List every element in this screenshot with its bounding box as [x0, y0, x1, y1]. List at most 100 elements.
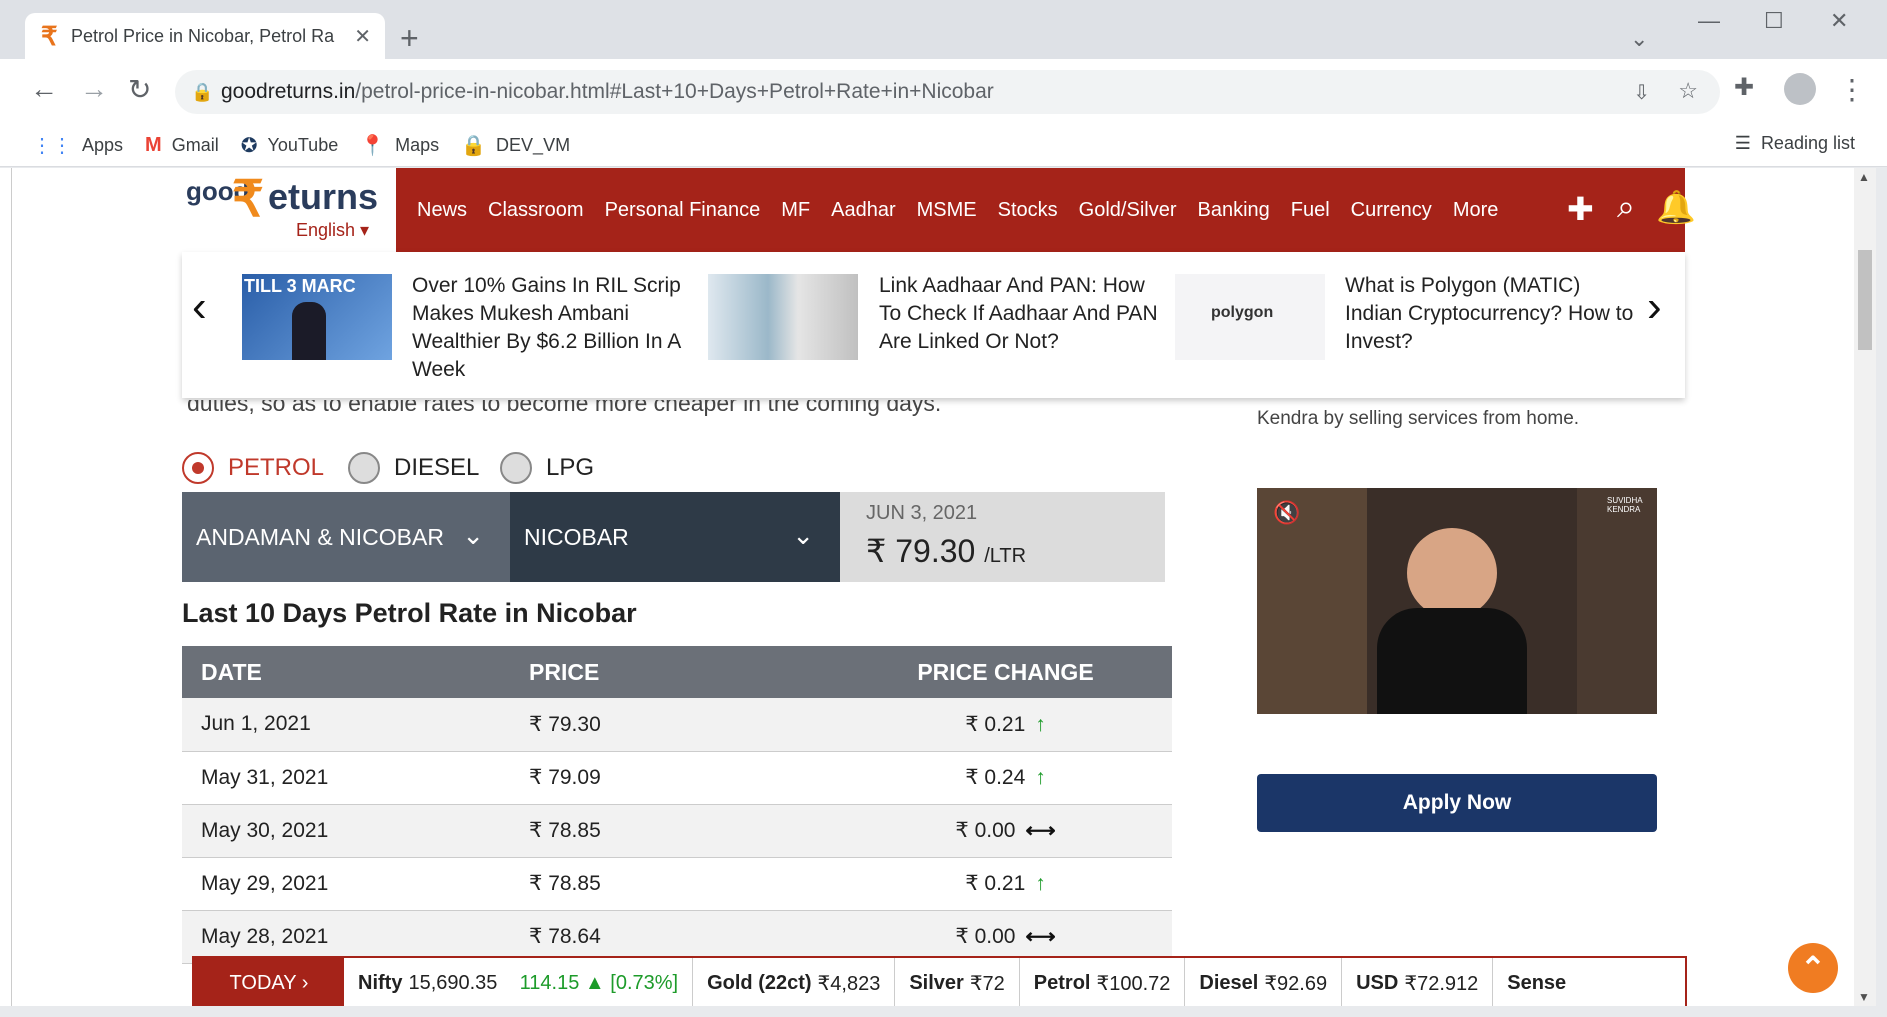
close-window-icon[interactable]: ✕ — [1830, 8, 1848, 34]
fuel-tab-lpg[interactable]: LPG — [500, 452, 594, 484]
arrow-left-right-icon: ⟷ — [1025, 819, 1056, 842]
goodreturns-logo[interactable]: good ₹ eturns English ▾ — [182, 168, 396, 252]
browser-tab[interactable]: ₹ Petrol Price in Nicobar, Petrol Ra ✕ — [25, 13, 385, 59]
today-button[interactable]: TODAY › — [194, 958, 344, 1006]
menu-personal-finance[interactable]: Personal Finance — [605, 199, 761, 222]
table-row: May 29, 2021 ₹ 78.85 ₹ 0.21 ↑ — [182, 857, 1172, 911]
bookmark-star-icon[interactable]: ☆ — [1678, 78, 1698, 104]
bookmark-maps[interactable]: 📍 Maps — [360, 133, 439, 158]
rupee-favicon-icon: ₹ — [41, 20, 58, 51]
tab-title: Petrol Price in Nicobar, Petrol Ra — [71, 25, 335, 46]
menu-classroom[interactable]: Classroom — [488, 199, 584, 222]
news-headline-aadhaar[interactable]: Link Aadhaar And PAN: How To Check If Aa… — [879, 272, 1169, 356]
ticker-item[interactable]: Silver ₹72 — [895, 958, 1020, 1006]
chevron-up-icon: ⌃ — [1800, 951, 1826, 985]
fuel-tab-petrol[interactable]: PETROL — [182, 452, 324, 484]
column-header-date: DATE — [182, 646, 510, 698]
menu-msme[interactable]: MSME — [917, 199, 977, 222]
menu-stocks[interactable]: Stocks — [998, 199, 1058, 222]
menu-news[interactable]: News — [417, 199, 467, 222]
chevron-down-icon: ⌄ — [462, 520, 484, 550]
tab-search-icon[interactable]: ⌄ — [1630, 26, 1648, 52]
install-icon[interactable]: ⇩ — [1633, 80, 1650, 105]
menu-currency[interactable]: Currency — [1351, 199, 1432, 222]
carousel-next-icon[interactable]: › — [1647, 282, 1662, 332]
arrow-up-icon: ↑ — [1035, 872, 1046, 895]
puzzle-icon[interactable]: ✚ — [1567, 190, 1594, 228]
left-window-edge — [0, 168, 12, 1006]
bookmarks-bar: ⋮⋮ Apps M Gmail ✪ YouTube 📍 Maps 🔒 DEV_VM ☰ Re… — [0, 125, 1887, 167]
radio-icon — [348, 452, 380, 484]
menu-gold-silver[interactable]: Gold/Silver — [1079, 199, 1177, 222]
search-icon[interactable]: ⌕ — [1617, 188, 1635, 226]
new-tab-button[interactable]: + — [400, 20, 419, 57]
menu-banking[interactable]: Banking — [1197, 199, 1269, 222]
scroll-to-top-button[interactable]: ⌃ — [1788, 943, 1838, 993]
ticker-item[interactable]: USD ₹72.912 — [1342, 958, 1494, 1006]
ticker-item[interactable]: Petrol ₹100.72 — [1020, 958, 1186, 1006]
ad-text: Kendra by selling services from home. — [1257, 408, 1580, 429]
notification-bell-icon[interactable]: 🔔 — [1656, 188, 1696, 226]
reload-icon[interactable]: ↻ — [128, 73, 151, 106]
bookshelf — [1577, 488, 1657, 714]
reading-list-icon: ☰ — [1734, 133, 1751, 153]
web-page: good ₹ eturns English ▾ News Classroom P… — [12, 168, 1854, 1006]
city-select[interactable]: NICOBAR ⌄ — [510, 492, 840, 582]
lock-icon[interactable]: 🔒 — [191, 82, 221, 103]
menu-fuel[interactable]: Fuel — [1291, 199, 1330, 222]
fuel-tab-diesel[interactable]: DIESEL — [348, 452, 479, 484]
ticker-item[interactable]: Sense — [1493, 958, 1586, 1006]
article-text-partial: duties, so as to enable rates to become … — [187, 400, 942, 416]
extensions-icon[interactable]: ✚ — [1734, 73, 1754, 102]
column-header-price: PRICE — [510, 646, 840, 698]
maps-pin-icon: 📍 — [360, 135, 386, 157]
back-icon[interactable]: ← — [30, 73, 58, 105]
gmail-icon: M — [145, 134, 162, 156]
tab-bar: ₹ Petrol Price in Nicobar, Petrol Ra ✕ +… — [0, 0, 1887, 59]
arrow-up-icon: ↑ — [1035, 766, 1046, 789]
news-headline-polygon[interactable]: What is Polygon (MATIC) Indian Cryptocur… — [1345, 272, 1635, 356]
menu-aadhar[interactable]: Aadhar — [831, 199, 896, 222]
ad-video[interactable]: 🔇 SUVIDHA KENDRA — [1257, 488, 1657, 714]
bookmark-dev-vm[interactable]: 🔒 DEV_VM — [461, 133, 570, 158]
bookmark-apps[interactable]: ⋮⋮ Apps — [32, 133, 123, 158]
bookmark-gmail[interactable]: M Gmail — [145, 134, 219, 157]
youtube-icon: ✪ — [240, 135, 258, 157]
menu-mf[interactable]: MF — [781, 199, 810, 222]
current-price-box: JUN 3, 2021 ₹ 79.30 /LTR — [840, 492, 1165, 582]
video-badge: SUVIDHA KENDRA — [1607, 496, 1643, 514]
price-date: JUN 3, 2021 — [866, 502, 978, 524]
news-thumbnail-ril[interactable]: TILL 3 MARC — [242, 274, 392, 360]
state-select[interactable]: ANDAMAN & NICOBAR ⌄ — [182, 492, 510, 582]
ticker-item[interactable]: Diesel ₹92.69 — [1185, 958, 1343, 1006]
forward-icon[interactable]: → — [80, 73, 108, 105]
ticker-item[interactable]: Nifty 15,690.35 114.15 ▲ [0.73%] — [344, 958, 694, 1006]
site-header: good ₹ eturns English ▾ News Classroom P… — [182, 168, 1696, 252]
news-thumbnail-polygon[interactable]: polygon — [1175, 274, 1325, 360]
bookmark-youtube[interactable]: ✪ YouTube — [241, 133, 339, 158]
scroll-up-icon[interactable]: ▲ — [1858, 170, 1870, 184]
ticker-item[interactable]: Gold (22ct) ₹4,823 — [693, 958, 896, 1006]
market-ticker: TODAY › Nifty 15,690.35 114.15 ▲ [0.73%] … — [192, 956, 1687, 1006]
close-tab-icon[interactable]: ✕ — [354, 24, 371, 49]
mute-icon[interactable]: 🔇 — [1273, 500, 1300, 526]
profile-avatar[interactable] — [1784, 73, 1816, 105]
maximize-icon[interactable]: ☐ — [1764, 8, 1784, 34]
address-bar[interactable]: 🔒 goodreturns.in/petrol-price-in-nicobar… — [175, 70, 1720, 114]
reading-list-button[interactable]: ☰ Reading list — [1735, 133, 1855, 154]
carousel-prev-icon[interactable]: ‹ — [192, 282, 207, 332]
language-selector[interactable]: English ▾ — [296, 220, 369, 241]
menu-more[interactable]: More — [1453, 199, 1499, 222]
person-silhouette — [292, 302, 326, 360]
scroll-down-icon[interactable]: ▼ — [1858, 990, 1870, 1004]
dev-vm-icon: 🔒 — [461, 135, 487, 157]
news-thumbnail-aadhaar[interactable] — [708, 274, 858, 360]
scrollbar-thumb[interactable] — [1858, 250, 1872, 350]
arrow-left-right-icon: ⟷ — [1025, 925, 1056, 948]
news-headline-ril[interactable]: Over 10% Gains In RIL Scrip Makes Mukesh… — [412, 272, 702, 384]
menu-kebab-icon[interactable]: ⋮ — [1838, 73, 1866, 106]
news-carousel: ‹ TILL 3 MARC Over 10% Gains In RIL Scri… — [182, 252, 1685, 398]
apply-now-button[interactable]: Apply Now — [1257, 774, 1657, 832]
minimize-icon[interactable]: — — [1698, 8, 1720, 34]
browser-toolbar: ← → ↻ 🔒 goodreturns.in/petrol-price-in-n… — [0, 59, 1887, 125]
